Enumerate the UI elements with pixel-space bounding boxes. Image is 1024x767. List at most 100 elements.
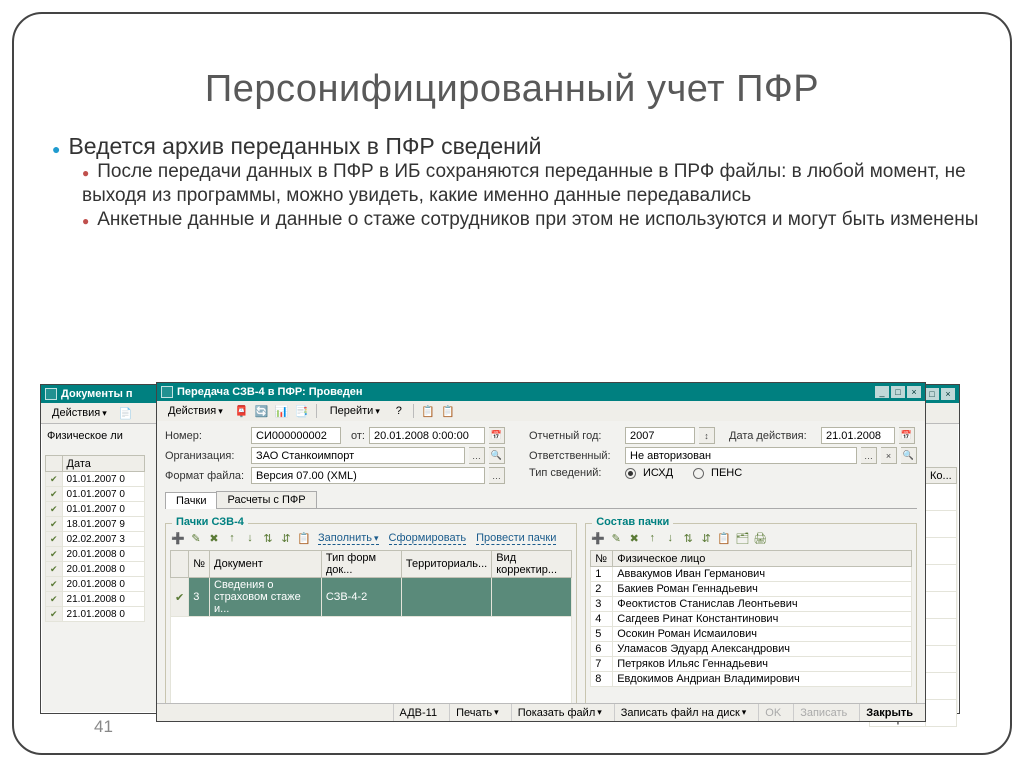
people-table[interactable]: № Физическое лицо 1Аввакумов Иван Герман…	[590, 550, 912, 687]
add-icon[interactable]: ➕	[590, 530, 606, 546]
col-date: Дата	[62, 456, 144, 472]
input-ot[interactable]: 20.01.2008 0:00:00	[369, 427, 485, 444]
label-tip: Тип сведений:	[529, 467, 621, 479]
status-bar: АДВ-11 Печать Показать файл Записать фай…	[157, 703, 925, 721]
dates-table[interactable]: Дата ✔01.01.2007 0✔01.01.2007 0✔01.01.20…	[45, 455, 145, 622]
tab-pachki[interactable]: Пачки	[165, 492, 217, 509]
szv4-window: Передача СЗВ-4 в ПФР: Проведен _ □ × Дей…	[156, 382, 926, 722]
toolbar-icon[interactable]: 🔄	[254, 403, 270, 419]
zapisat-button[interactable]: Записать	[793, 704, 853, 721]
minimize-button[interactable]: _	[875, 386, 889, 398]
up-icon[interactable]: ↑	[224, 530, 240, 546]
toolbar-icon[interactable]: 📄	[118, 405, 134, 421]
radio-ishd-label: ИСХД	[643, 467, 673, 479]
table-row[interactable]: 7Петряков Ильяс Геннадьевич	[591, 657, 912, 672]
table-row[interactable]: 5Осокин Роман Исмаилович	[591, 627, 912, 642]
select-icon[interactable]: …	[489, 467, 505, 484]
label-dd: Дата действия:	[729, 430, 817, 442]
radio-pens[interactable]	[693, 468, 704, 479]
select-icon[interactable]: …	[861, 447, 877, 464]
table-row[interactable]: 2Бакиев Роман Геннадьевич	[591, 582, 912, 597]
list-icon[interactable]: 📋	[716, 530, 732, 546]
delete-icon[interactable]: ✖	[206, 530, 222, 546]
label-resp: Ответственный:	[529, 450, 621, 462]
adv-button[interactable]: АДВ-11	[393, 704, 444, 721]
add-icon[interactable]: ➕	[170, 530, 186, 546]
close-button[interactable]: ×	[907, 386, 921, 398]
table-row[interactable]: 8Евдокимов Андриан Владимирович	[591, 672, 912, 687]
input-nomer[interactable]: СИ000000002	[251, 427, 341, 444]
table-row[interactable]: ✔01.01.2007 0	[46, 502, 145, 517]
up-icon[interactable]: ↑	[644, 530, 660, 546]
prov-link[interactable]: Провести пачки	[476, 532, 556, 545]
fill-link[interactable]: Заполнить	[318, 532, 379, 545]
down-icon[interactable]: ↓	[242, 530, 258, 546]
copy-icon[interactable]: 📋	[296, 530, 312, 546]
sort-icon[interactable]: ⇵	[698, 530, 714, 546]
packs-table[interactable]: № Документ Тип форм док... Территориаль.…	[170, 550, 572, 703]
toolbar-icon[interactable]: 📊	[274, 403, 290, 419]
goto-menu[interactable]: Перейти	[323, 403, 387, 419]
table-row[interactable]: 1Аввакумов Иван Германович	[591, 567, 912, 582]
print-button[interactable]: Печать	[449, 704, 505, 721]
table-row[interactable]: 6Уламасов Эдуард Александрович	[591, 642, 912, 657]
sort-icon[interactable]: ⇵	[278, 530, 294, 546]
table-row[interactable]: ✔20.01.2008 0	[46, 547, 145, 562]
table-row[interactable]: ✔21.01.2008 0	[46, 607, 145, 622]
tab-raschety[interactable]: Расчеты с ПФР	[216, 491, 316, 508]
toolbar-icon[interactable]: 📋	[420, 403, 436, 419]
clear-icon[interactable]: ×	[881, 447, 897, 464]
label-nomer: Номер:	[165, 430, 247, 442]
table-row[interactable]: ✔01.01.2007 0	[46, 487, 145, 502]
select-icon[interactable]: …	[469, 447, 485, 464]
table-row[interactable]: ✔20.01.2008 0	[46, 562, 145, 577]
table-row[interactable]: ✔18.01.2007 9	[46, 517, 145, 532]
table-row[interactable]: ✔21.01.2008 0	[46, 592, 145, 607]
date-picker-icon[interactable]: 📅	[899, 427, 915, 444]
sub-bullet-1: После передачи данных в ПФР в ИБ сохраня…	[82, 160, 986, 208]
actions-menu[interactable]: Действия	[45, 405, 114, 421]
group-right: Состав пачки	[592, 516, 673, 528]
label-format: Формат файла:	[165, 470, 247, 482]
close-button[interactable]: Закрыть	[859, 704, 919, 721]
table-row[interactable]: ✔02.02.2007 3	[46, 532, 145, 547]
spinner-icon[interactable]: ↕	[699, 427, 715, 444]
input-format[interactable]: Версия 07.00 (XML)	[251, 467, 485, 484]
save-file-button[interactable]: Записать файл на диск	[614, 704, 753, 721]
help-icon[interactable]: ?	[391, 403, 407, 419]
close-button[interactable]: ×	[941, 388, 955, 400]
table-row[interactable]: ✔ 3 Сведения о страховом стаже и... СЗВ-…	[171, 578, 572, 617]
input-god[interactable]: 2007	[625, 427, 695, 444]
radio-ishd[interactable]	[625, 468, 636, 479]
sort-icon[interactable]: ⇅	[680, 530, 696, 546]
input-resp[interactable]: Не авторизован	[625, 447, 857, 464]
edit-icon[interactable]: ✎	[188, 530, 204, 546]
input-org[interactable]: ЗАО Станкоимпорт	[251, 447, 465, 464]
toolbar-icon[interactable]: 📑	[294, 403, 310, 419]
lookup-icon[interactable]: 🔍	[489, 447, 505, 464]
radio-pens-label: ПЕНС	[711, 467, 742, 479]
form-link[interactable]: Сформировать	[389, 532, 467, 545]
lookup-icon[interactable]: 🔍	[901, 447, 917, 464]
toolbar-icon[interactable]: 📋	[440, 403, 456, 419]
sub-bullet-2: Анкетные данные и данные о стаже сотрудн…	[82, 208, 986, 232]
show-file-button[interactable]: Показать файл	[511, 704, 608, 721]
ok-button[interactable]: OK	[758, 704, 787, 721]
maximize-button[interactable]: □	[891, 386, 905, 398]
label-ot: от:	[345, 430, 365, 442]
edit-icon[interactable]: ✎	[608, 530, 624, 546]
maximize-button[interactable]: □	[925, 388, 939, 400]
down-icon[interactable]: ↓	[662, 530, 678, 546]
print-icon[interactable]: 🖨	[752, 530, 768, 546]
table-row[interactable]: ✔01.01.2007 0	[46, 472, 145, 487]
table-row[interactable]: ✔20.01.2008 0	[46, 577, 145, 592]
actions-menu[interactable]: Действия	[161, 403, 230, 419]
toolbar-icon[interactable]: 📮	[234, 403, 250, 419]
card-icon[interactable]: 🗂	[734, 530, 750, 546]
table-row[interactable]: 3Феоктистов Станислав Леонтьевич	[591, 597, 912, 612]
date-picker-icon[interactable]: 📅	[489, 427, 505, 444]
table-row[interactable]: 4Сагдеев Ринат Константинович	[591, 612, 912, 627]
sort-icon[interactable]: ⇅	[260, 530, 276, 546]
delete-icon[interactable]: ✖	[626, 530, 642, 546]
input-dd[interactable]: 21.01.2008	[821, 427, 895, 444]
